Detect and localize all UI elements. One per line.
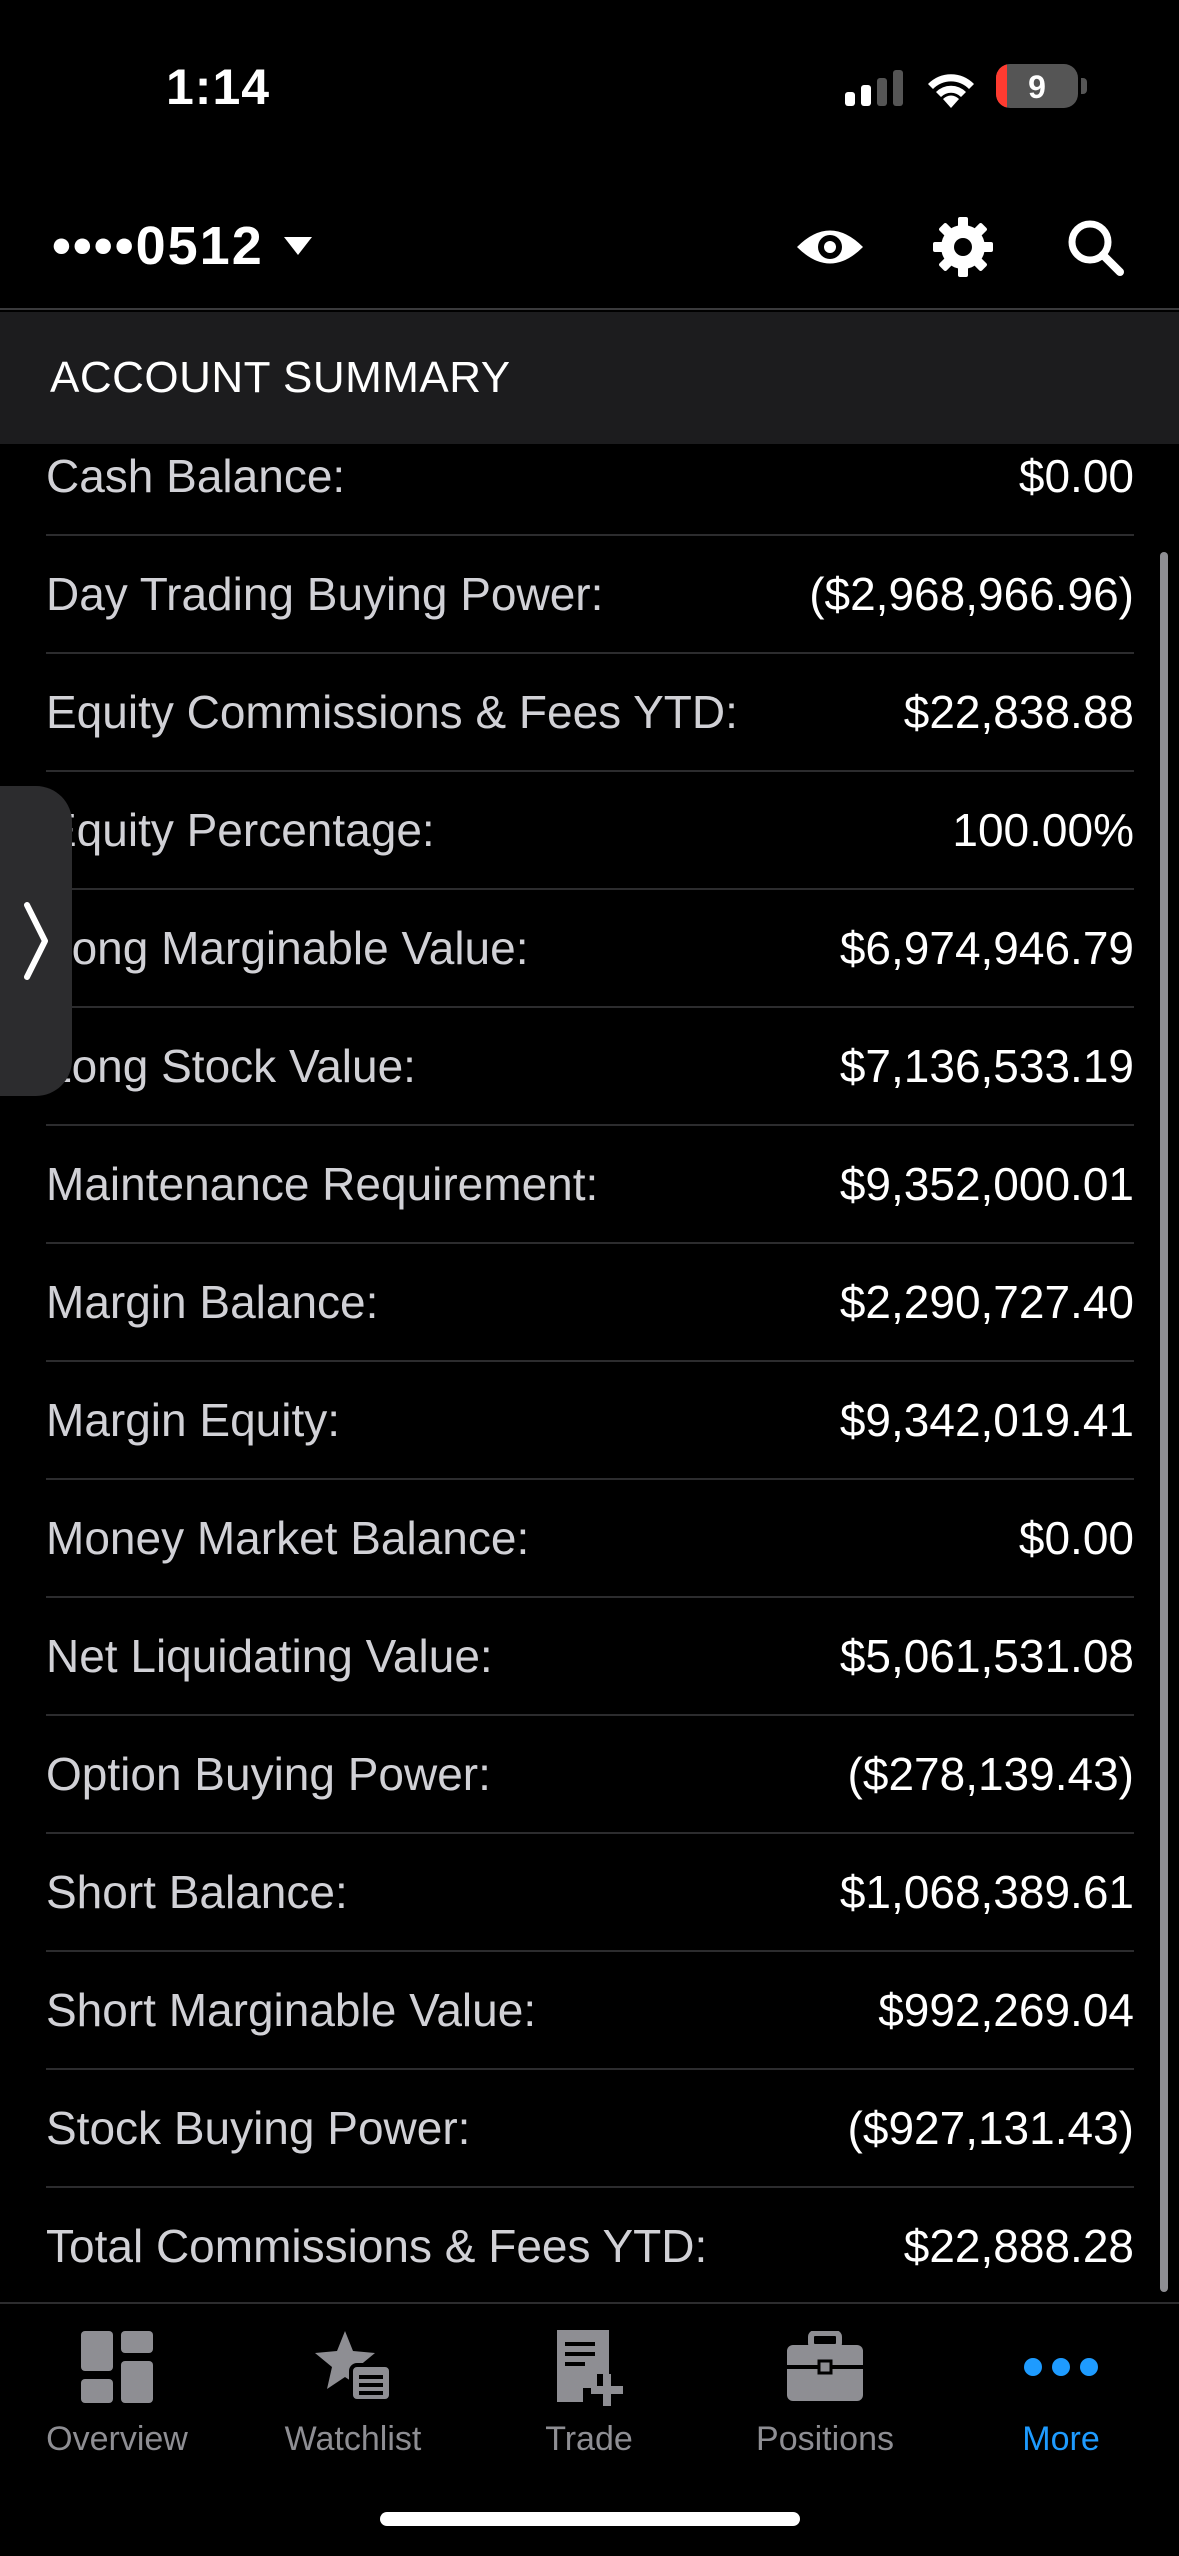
search-icon[interactable]	[1060, 212, 1130, 282]
row-value: $0.00	[1018, 450, 1134, 502]
tab-trade[interactable]: Trade	[479, 2322, 699, 2482]
row-label: Short Marginable Value:	[46, 1984, 537, 2036]
row-value: $9,342,019.41	[839, 1394, 1134, 1446]
tab-label: Positions	[756, 2420, 894, 2458]
list-item: Short Marginable Value: $992,269.04	[46, 1952, 1134, 2070]
tab-label: Overview	[46, 2420, 188, 2458]
row-value: $1,068,389.61	[839, 1866, 1134, 1918]
account-number: ••••0512	[52, 216, 264, 276]
chevron-right-icon	[24, 902, 48, 980]
list-item: Maintenance Requirement: $9,352,000.01	[46, 1126, 1134, 1244]
row-value: $22,888.28	[903, 2220, 1134, 2272]
list-item: Cash Balance: $0.00	[46, 444, 1134, 536]
side-drawer-handle[interactable]	[0, 786, 72, 1096]
row-value: $992,269.04	[878, 1984, 1134, 2036]
row-value: 100.00%	[952, 804, 1134, 856]
positions-icon	[780, 2322, 870, 2412]
list-item: Margin Equity: $9,342,019.41	[46, 1362, 1134, 1480]
row-label: Stock Buying Power:	[46, 2102, 471, 2154]
row-value: $22,838.88	[903, 686, 1134, 738]
battery-icon: 9	[996, 64, 1078, 108]
watchlist-icon	[308, 2322, 398, 2412]
tab-overview[interactable]: Overview	[7, 2322, 227, 2482]
row-label: Maintenance Requirement:	[46, 1158, 599, 1210]
row-value: $0.00	[1018, 1512, 1134, 1564]
list-item: Day Trading Buying Power: ($2,968,966.96…	[46, 536, 1134, 654]
tab-watchlist[interactable]: Watchlist	[243, 2322, 463, 2482]
gear-icon[interactable]	[928, 212, 998, 282]
cellular-signal-icon	[845, 70, 903, 106]
section-header: ACCOUNT SUMMARY	[0, 312, 1179, 444]
tab-more[interactable]: More	[951, 2322, 1171, 2482]
more-icon	[1016, 2322, 1106, 2412]
battery-level: 9	[1028, 69, 1046, 105]
tab-label: Watchlist	[284, 2420, 422, 2458]
trade-icon	[544, 2322, 634, 2412]
row-label: Cash Balance:	[46, 450, 346, 502]
list-item: Option Buying Power: ($278,139.43)	[46, 1716, 1134, 1834]
list-item: Money Market Balance: $0.00	[46, 1480, 1134, 1598]
list-item: Stock Buying Power: ($927,131.43)	[46, 2070, 1134, 2188]
tab-positions[interactable]: Positions	[715, 2322, 935, 2482]
list-item: Margin Balance: $2,290,727.40	[46, 1244, 1134, 1362]
row-label: Day Trading Buying Power:	[46, 568, 604, 620]
battery-cap	[1081, 78, 1087, 94]
row-value: $2,290,727.40	[839, 1276, 1134, 1328]
row-label: Money Market Balance:	[46, 1512, 530, 1564]
wifi-icon	[928, 74, 974, 108]
row-value: ($927,131.43)	[847, 2102, 1134, 2154]
row-label: Equity Percentage:	[46, 804, 435, 856]
row-label: Short Balance:	[46, 1866, 348, 1918]
row-value: ($2,968,966.96)	[809, 568, 1134, 620]
list-item: Total Commissions & Fees YTD: $22,888.28	[46, 2188, 1134, 2302]
list-item: Long Marginable Value: $6,974,946.79	[46, 890, 1134, 1008]
account-selector[interactable]: ••••0512	[52, 214, 312, 278]
tab-label: More	[1022, 2420, 1100, 2458]
row-label: Option Buying Power:	[46, 1748, 491, 1800]
row-value: $7,136,533.19	[839, 1040, 1134, 1092]
row-label: Margin Balance:	[46, 1276, 379, 1328]
chevron-down-icon	[283, 237, 312, 255]
row-value: $5,061,531.08	[839, 1630, 1134, 1682]
row-label: Total Commissions & Fees YTD:	[46, 2220, 708, 2272]
row-label: Margin Equity:	[46, 1394, 341, 1446]
list-item: Net Liquidating Value: $5,061,531.08	[46, 1598, 1134, 1716]
row-value: $9,352,000.01	[839, 1158, 1134, 1210]
account-summary-list[interactable]: Cash Balance: $0.00 Day Trading Buying P…	[0, 444, 1179, 2302]
scrollbar[interactable]	[1160, 552, 1168, 2292]
row-value: ($278,139.43)	[847, 1748, 1134, 1800]
section-title: ACCOUNT SUMMARY	[50, 353, 511, 402]
tab-label: Trade	[545, 2420, 633, 2458]
home-indicator[interactable]	[380, 2512, 800, 2526]
list-item: Equity Percentage: 100.00%	[46, 772, 1134, 890]
row-value: $6,974,946.79	[839, 922, 1134, 974]
row-label: Equity Commissions & Fees YTD:	[46, 686, 738, 738]
status-time: 1:14	[166, 59, 271, 115]
eye-icon[interactable]	[795, 212, 865, 282]
overview-icon	[72, 2322, 162, 2412]
list-item: Short Balance: $1,068,389.61	[46, 1834, 1134, 1952]
status-bar: 1:14 9	[0, 0, 1179, 170]
list-item: Long Stock Value: $7,136,533.19	[46, 1008, 1134, 1126]
app-header: ••••0512	[0, 170, 1179, 310]
list-item: Equity Commissions & Fees YTD: $22,838.8…	[46, 654, 1134, 772]
row-label: Long Marginable Value:	[46, 922, 529, 974]
row-label: Long Stock Value:	[46, 1040, 416, 1092]
row-label: Net Liquidating Value:	[46, 1630, 493, 1682]
